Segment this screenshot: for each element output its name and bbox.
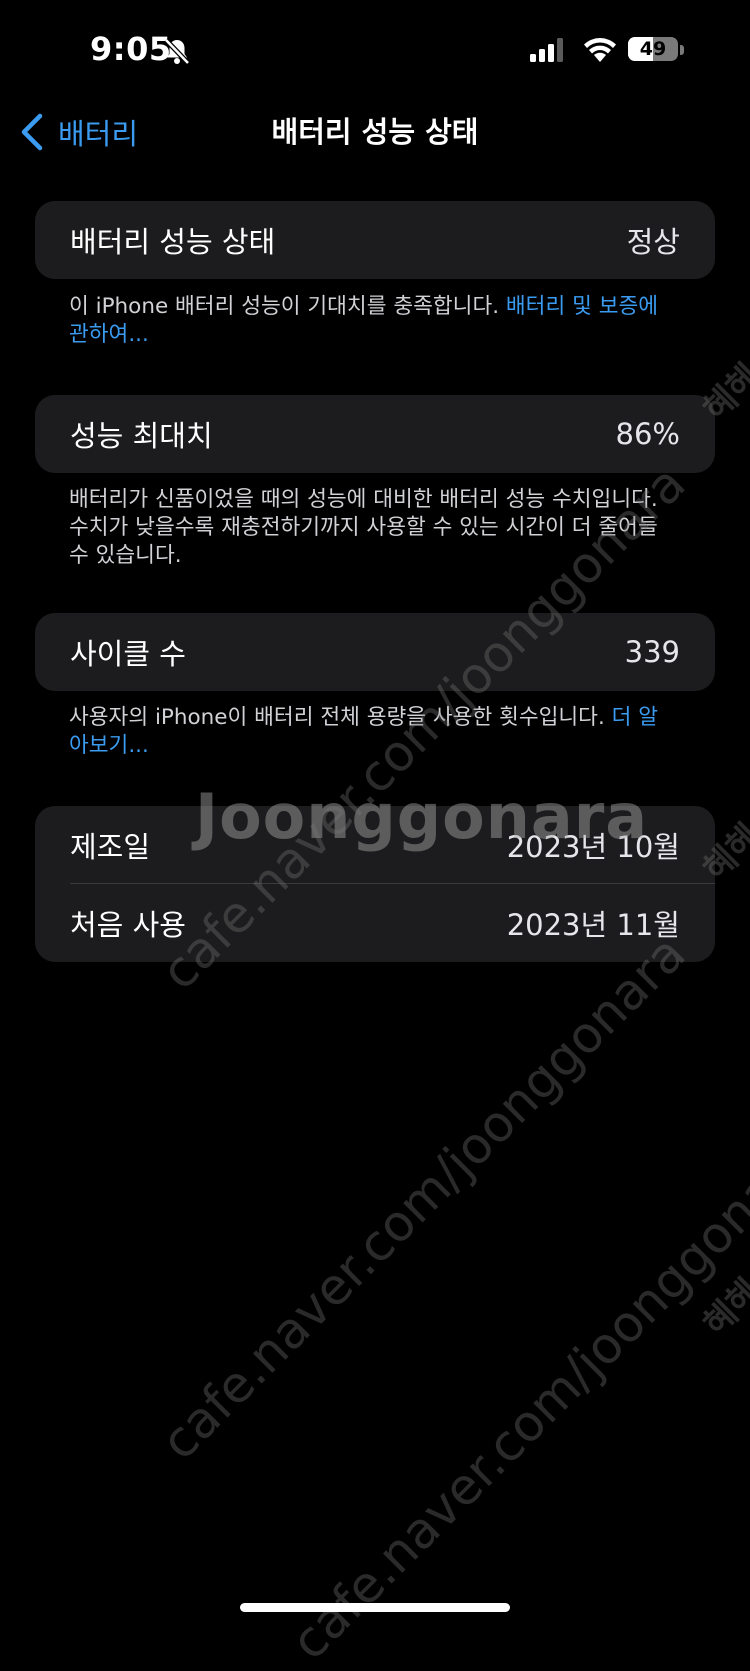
status-bar: 9:05 49 [0, 0, 750, 100]
cycle-count-row: 사이클 수 339 [35, 613, 715, 691]
navigation-bar: 배터리 성능 상태 배터리 [0, 100, 750, 164]
chevron-left-icon [21, 113, 43, 151]
dates-group: 제조일 2023년 10월 처음 사용 2023년 11월 [35, 806, 715, 962]
cycle-count-group: 사이클 수 339 [35, 613, 715, 691]
max-capacity-value: 86% [615, 417, 680, 451]
home-indicator[interactable] [240, 1603, 510, 1612]
manufacture-date-row: 제조일 2023년 10월 [35, 806, 715, 884]
battery-health-group: 배터리 성능 상태 정상 [35, 201, 715, 279]
max-capacity-footer: 배터리가 신품이었을 때의 성능에 대비한 배터리 성능 수치입니다. 수치가 … [69, 486, 669, 570]
first-use-label: 처음 사용 [70, 908, 186, 942]
battery-icon: 49 [628, 35, 686, 65]
battery-health-label: 배터리 성능 상태 [70, 225, 276, 259]
cycle-count-value: 339 [624, 635, 680, 669]
bell-slash-icon [164, 38, 190, 65]
cellular-signal-icon [530, 38, 563, 62]
wifi-icon [584, 38, 616, 62]
first-use-row: 처음 사용 2023년 11월 [35, 884, 715, 962]
max-capacity-group: 성능 최대치 86% [35, 395, 715, 473]
battery-health-row: 배터리 성능 상태 정상 [35, 201, 715, 279]
battery-health-description: 이 iPhone 배터리 성능이 기대치를 충족합니다. [69, 294, 506, 319]
cycle-count-footer: 사용자의 iPhone이 배터리 전체 용량을 사용한 횟수입니다. 더 알아보… [69, 704, 669, 760]
max-capacity-label: 성능 최대치 [70, 419, 213, 453]
first-use-value: 2023년 11월 [506, 908, 680, 942]
max-capacity-row: 성능 최대치 86% [35, 395, 715, 473]
status-time: 9:05 [90, 30, 172, 68]
watermark-side-text: 혜헤 [695, 1271, 750, 1344]
battery-percent: 49 [639, 38, 667, 60]
back-button[interactable]: 배터리 [20, 110, 138, 154]
cycle-count-description: 사용자의 iPhone이 배터리 전체 용량을 사용한 횟수입니다. [69, 705, 612, 730]
manufacture-date-value: 2023년 10월 [506, 830, 680, 864]
battery-health-value: 정상 [626, 225, 680, 259]
watermark-diagonal-text: cafe.naver.com/joonggonara [280, 1124, 750, 1671]
watermark-diagonal-text: cafe.naver.com/joonggonara [150, 924, 697, 1472]
back-label: 배터리 [58, 117, 139, 151]
battery-cap [680, 45, 684, 55]
cycle-count-label: 사이클 수 [70, 637, 186, 671]
max-capacity-description: 배터리가 신품이었을 때의 성능에 대비한 배터리 성능 수치입니다. 수치가 … [69, 487, 658, 568]
manufacture-date-label: 제조일 [70, 830, 151, 864]
battery-health-footer: 이 iPhone 배터리 성능이 기대치를 충족합니다. 배터리 및 보증에 관… [69, 293, 669, 349]
